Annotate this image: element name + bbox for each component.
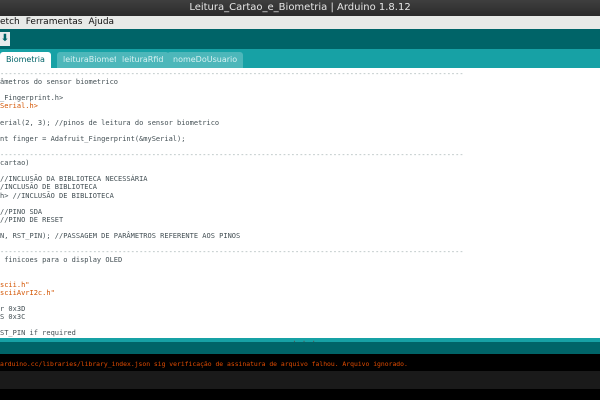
console-strip [0, 371, 600, 389]
menu-sketch[interactable]: etch [0, 16, 20, 29]
code-line: Serial.h> [0, 102, 38, 111]
console-message: arduino.cc/libraries/library_index.json … [0, 360, 408, 368]
code-line: //PINO DE RESET [0, 215, 64, 224]
code-line: //PINO SDA [0, 207, 43, 216]
code-line: S 0x3C [0, 313, 26, 321]
code-line: erial(2, 3); //pinos de leitura do senso… [0, 118, 220, 127]
code-editor[interactable]: ----------------------------------------… [0, 68, 600, 338]
status-bar [0, 342, 600, 354]
code-line: scii.h" [0, 280, 30, 289]
window-title-bar: Leitura_Cartao_e_Biometria | Arduino 1.8… [0, 0, 600, 16]
code-line: h> //INCLUSÃO DE BIBLIOTECA [0, 191, 114, 200]
menu-bar: etch Ferramentas Ajuda [0, 16, 600, 29]
code-line: N, RST_PIN); //PASSAGEM DE PARÂMETROS RE… [0, 232, 241, 240]
console-output: arduino.cc/libraries/library_index.json … [0, 354, 600, 400]
code-line: finicoes para o display OLED [0, 256, 123, 265]
tab-bar: Biometria leituraBiometrica leituraRfid … [0, 49, 600, 68]
menu-help[interactable]: Ajuda [88, 16, 114, 29]
code-line: _Fingerprint.h> [0, 94, 64, 103]
code-line: r 0x3D [0, 304, 26, 313]
code-line: âmetros do sensor biometrico [0, 78, 119, 87]
menu-tools[interactable]: Ferramentas [26, 16, 83, 29]
code-line: ST_PIN if required [0, 329, 76, 338]
code-line: ----------------------------------------… [0, 248, 464, 257]
toolbar: ⬇ [0, 29, 600, 49]
code-line: ----------------------------------------… [0, 151, 464, 159]
tab-leitura-rfid[interactable]: leituraRfid [116, 52, 170, 68]
tab-nome-do-usuario[interactable]: nomeDoUsuario [167, 52, 244, 68]
code-line: sciiAvrI2c.h" [0, 288, 55, 297]
window-title: Leitura_Cartao_e_Biometria | Arduino 1.8… [189, 2, 411, 13]
upload-icon[interactable]: ⬇ [0, 32, 10, 46]
code-line: nt finger = Adafruit_Fingerprint(&mySeri… [0, 134, 186, 143]
tab-biometria[interactable]: Biometria [0, 52, 51, 68]
code-line: ----------------------------------------… [0, 70, 464, 78]
code-line: /INCLUSÃO DE BIBLIOTECA [0, 183, 97, 192]
code-line: cartao) [0, 159, 30, 168]
